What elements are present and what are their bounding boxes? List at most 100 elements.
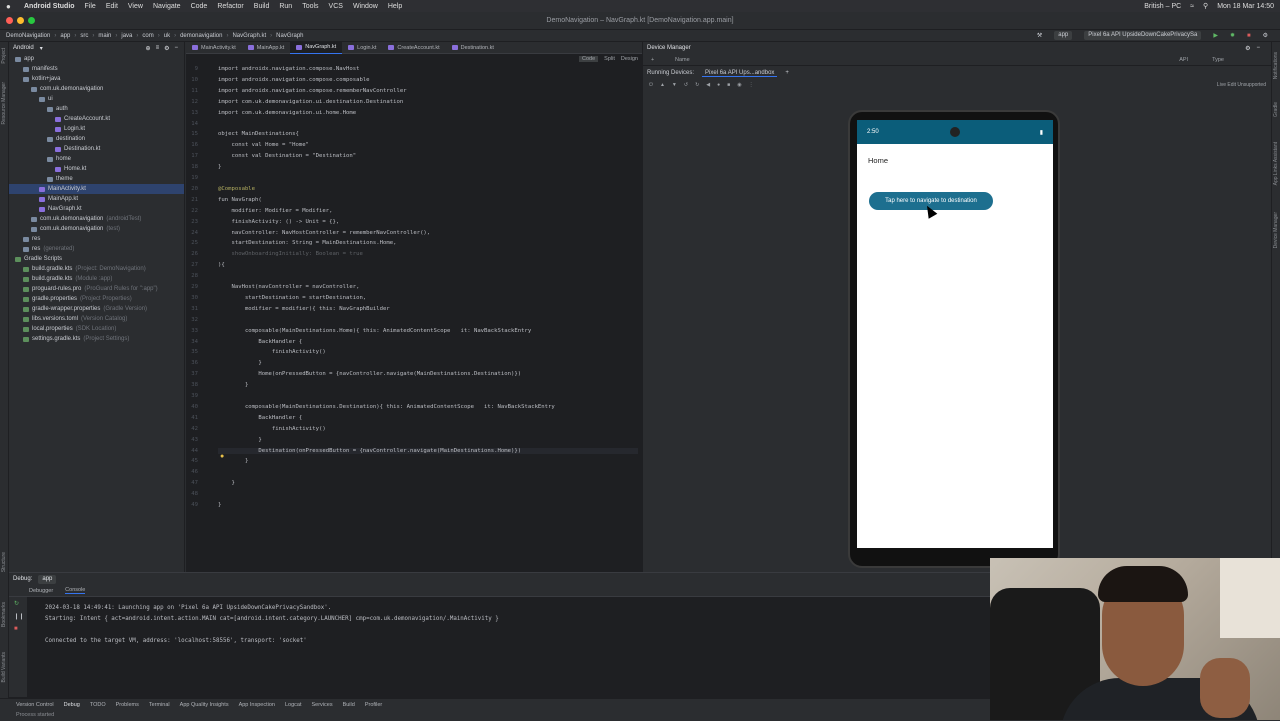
gear-icon[interactable]: ⚙ bbox=[164, 45, 169, 52]
menu-view[interactable]: View bbox=[128, 3, 143, 10]
gear-icon[interactable]: ⚙ bbox=[1245, 45, 1250, 52]
screenshot-icon[interactable]: ◉ bbox=[737, 82, 741, 88]
overview-icon[interactable]: ■ bbox=[727, 82, 730, 88]
run-config-select[interactable]: app bbox=[1054, 31, 1073, 40]
tool-version-control[interactable]: Version Control bbox=[16, 702, 54, 708]
menu-run[interactable]: Run bbox=[279, 3, 292, 10]
tool-app-inspection[interactable]: App Inspection bbox=[239, 702, 275, 708]
tool-problems[interactable]: Problems bbox=[116, 702, 139, 708]
apple-icon[interactable]: ● bbox=[6, 2, 14, 11]
lightbulb-icon[interactable]: ● bbox=[220, 453, 224, 460]
project-view-select[interactable]: Android bbox=[13, 45, 34, 51]
code-line[interactable]: Home(onPressedButton = {navController.na… bbox=[218, 371, 521, 377]
hide-icon[interactable]: − bbox=[174, 45, 178, 52]
code-line[interactable]: ){ bbox=[218, 262, 225, 268]
tool-logcat[interactable]: Logcat bbox=[285, 702, 302, 708]
running-device-tab[interactable]: Pixel 6a API Ups...andbox bbox=[702, 70, 778, 77]
code-line[interactable]: @Composable bbox=[218, 186, 255, 192]
breadcrumb-item[interactable]: main bbox=[98, 33, 111, 39]
code-line[interactable]: Destination(onPressedButton = {navContro… bbox=[218, 447, 638, 454]
menu-build[interactable]: Build bbox=[254, 3, 270, 10]
stop-icon[interactable]: ■ bbox=[9, 623, 27, 635]
code-mode-button[interactable]: Code bbox=[579, 56, 599, 62]
column-name[interactable]: Name bbox=[675, 57, 690, 63]
tree-item[interactable]: Destination.kt bbox=[9, 144, 184, 154]
collapse-icon[interactable]: ≡ bbox=[156, 45, 160, 52]
resource-manager-tab[interactable]: Resource Manager bbox=[1, 82, 7, 125]
rotate-left-icon[interactable]: ↺ bbox=[684, 82, 688, 88]
tree-item[interactable]: manifests bbox=[9, 64, 184, 74]
tree-item[interactable]: com.uk.demonavigation (androidTest) bbox=[9, 214, 184, 224]
volume-up-icon[interactable]: ▲ bbox=[660, 82, 665, 88]
stop-icon[interactable]: ■ bbox=[1247, 33, 1251, 39]
breadcrumb-item[interactable]: NavGraph bbox=[276, 33, 303, 39]
code-line[interactable]: startDestination: String = MainDestinati… bbox=[218, 240, 396, 246]
wifi-icon[interactable]: ≈ bbox=[1190, 3, 1194, 10]
menu-refactor[interactable]: Refactor bbox=[217, 3, 243, 10]
project-tool-tab[interactable]: Project bbox=[1, 48, 7, 64]
breadcrumb-item[interactable]: uk bbox=[164, 33, 170, 39]
tree-item[interactable]: MainApp.kt bbox=[9, 194, 184, 204]
menu-code[interactable]: Code bbox=[191, 3, 208, 10]
tree-item[interactable]: NavGraph.kt bbox=[9, 204, 184, 214]
code-line[interactable]: composable(MainDestinations.Home){ this:… bbox=[218, 328, 531, 334]
menu-tools[interactable]: Tools bbox=[302, 3, 318, 10]
split-mode-button[interactable]: Split bbox=[604, 56, 615, 62]
tree-item[interactable]: proguard-rules.pro (ProGuard Rules for ":… bbox=[9, 284, 184, 294]
design-mode-button[interactable]: Design bbox=[621, 56, 638, 62]
code-line[interactable]: import androidx.navigation.compose.NavHo… bbox=[218, 66, 359, 72]
tree-item[interactable]: res bbox=[9, 234, 184, 244]
add-device-icon[interactable]: + bbox=[651, 57, 654, 63]
tool-terminal[interactable]: Terminal bbox=[149, 702, 170, 708]
breadcrumb-item[interactable]: java bbox=[121, 33, 132, 39]
breadcrumb-item[interactable]: NavGraph.kt bbox=[232, 33, 266, 39]
tree-item[interactable]: theme bbox=[9, 174, 184, 184]
notifications-tab[interactable]: Notifications bbox=[1273, 52, 1279, 79]
tree-item[interactable]: settings.gradle.kts (Project Settings) bbox=[9, 334, 184, 344]
code-line[interactable]: const val Destination = "Destination" bbox=[218, 153, 356, 159]
code-line[interactable]: NavHost(navController = navController, bbox=[218, 284, 359, 290]
breadcrumb-item[interactable]: src bbox=[80, 33, 88, 39]
search-icon[interactable]: ⚲ bbox=[1203, 2, 1208, 10]
device-manager-tab[interactable]: Device Manager bbox=[1273, 212, 1279, 248]
chevron-down-icon[interactable]: ▾ bbox=[40, 45, 43, 52]
menu-vcs[interactable]: VCS bbox=[329, 3, 343, 10]
column-api[interactable]: API bbox=[1179, 57, 1188, 63]
code-line[interactable]: } bbox=[218, 164, 221, 170]
column-type[interactable]: Type bbox=[1212, 57, 1224, 63]
tree-item[interactable]: build.gradle.kts (Project: DemoNavigation… bbox=[9, 264, 184, 274]
tree-item[interactable]: build.gradle.kts (Module :app) bbox=[9, 274, 184, 284]
pause-icon[interactable]: ❙❙ bbox=[9, 610, 27, 623]
hammer-icon[interactable]: ⚒ bbox=[1037, 32, 1042, 39]
emulator-screen[interactable]: 2:50 ▮ Home Tap here to navigate to dest… bbox=[857, 120, 1053, 548]
tab-destination-kt[interactable]: Destination.kt bbox=[446, 42, 500, 54]
code-line[interactable]: composable(MainDestinations.Destination)… bbox=[218, 404, 555, 410]
rotate-right-icon[interactable]: ↻ bbox=[695, 82, 699, 88]
code-line[interactable]: finishActivity() bbox=[218, 426, 326, 432]
gradle-tab[interactable]: Gradle bbox=[1273, 102, 1279, 117]
breadcrumb-item[interactable]: DemoNavigation bbox=[6, 33, 50, 39]
tree-item[interactable]: gradle-wrapper.properties (Gradle Version… bbox=[9, 304, 184, 314]
code-line[interactable]: } bbox=[218, 360, 261, 366]
target-icon[interactable]: ⊕ bbox=[146, 45, 151, 52]
debug-config-tab[interactable]: app bbox=[38, 574, 57, 584]
clock[interactable]: Mon 18 Mar 14:50 bbox=[1217, 3, 1274, 10]
menu-window[interactable]: Window bbox=[353, 3, 378, 10]
volume-down-icon[interactable]: ▼ bbox=[672, 82, 677, 88]
build-variants-tab[interactable]: Build Variants bbox=[1, 652, 7, 682]
menu-file[interactable]: File bbox=[85, 3, 96, 10]
code-line[interactable]: BackHandler { bbox=[218, 339, 302, 345]
code-line[interactable]: showOnboardingInitially: Boolean = true bbox=[218, 251, 362, 257]
tree-item[interactable]: ui bbox=[9, 94, 184, 104]
tab-createaccount-kt[interactable]: CreateAccount.kt bbox=[382, 42, 445, 54]
tree-item[interactable]: CreateAccount.kt bbox=[9, 114, 184, 124]
tree-item[interactable]: Gradle Scripts bbox=[9, 254, 184, 264]
code-line[interactable]: import com.uk.demonavigation.ui.destinat… bbox=[218, 99, 403, 105]
code-line[interactable]: } bbox=[218, 480, 234, 486]
device-select[interactable]: Pixel 6a API UpsideDownCakePrivacySa bbox=[1084, 31, 1202, 40]
code-line[interactable]: modifier = modifier){ this: NavGraphBuil… bbox=[218, 306, 390, 312]
tree-item[interactable]: res (generated) bbox=[9, 244, 184, 254]
breadcrumb-item[interactable]: demonavigation bbox=[180, 33, 222, 39]
input-source[interactable]: British – PC bbox=[1144, 3, 1181, 10]
menu-navigate[interactable]: Navigate bbox=[153, 3, 181, 10]
